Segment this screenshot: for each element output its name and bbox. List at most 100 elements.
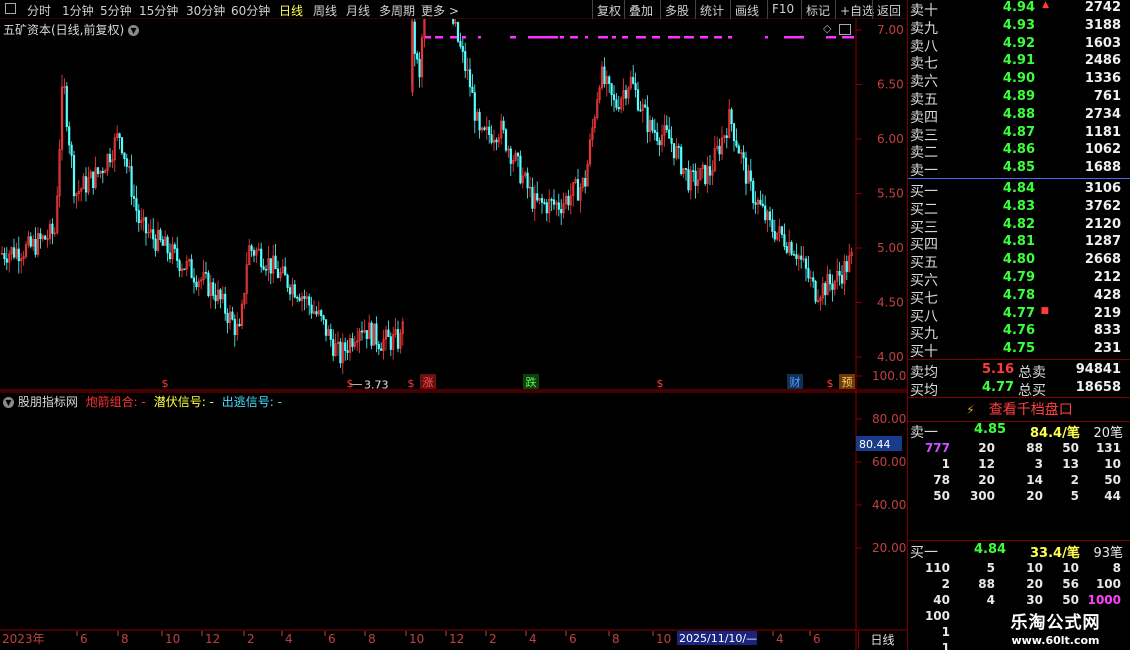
- candle-body: [509, 148, 512, 164]
- candle-body: [125, 158, 128, 167]
- candle-body: [735, 140, 738, 147]
- signal-band-mark: [570, 36, 578, 39]
- candle-body: [84, 176, 88, 193]
- candle-body: [831, 283, 834, 290]
- period-tab-1[interactable]: 1分钟: [62, 2, 94, 19]
- toolbar-button-4[interactable]: 画线: [735, 2, 759, 19]
- candle-body: [183, 268, 186, 271]
- period-tab-6[interactable]: 日线: [279, 2, 303, 19]
- toolbar-button-5[interactable]: F10: [772, 2, 794, 16]
- order-price: 4.83: [1002, 198, 1035, 214]
- candle-body: [389, 336, 392, 350]
- queue-cell: 50: [1062, 441, 1079, 455]
- period-tab-5[interactable]: 60分钟: [231, 2, 270, 19]
- order-row[interactable]: 卖七 4.91 2486: [908, 52, 1130, 72]
- signal-band-mark: [700, 36, 708, 39]
- order-row[interactable]: 买九 4.76 833: [908, 322, 1130, 342]
- order-row[interactable]: 卖八 4.92 1603: [908, 35, 1130, 55]
- candle-body: [519, 155, 522, 184]
- period-tab-8[interactable]: 月线: [346, 2, 370, 19]
- order-row[interactable]: 卖六 4.90 1336: [908, 70, 1130, 90]
- period-tab-9[interactable]: 多周期: [379, 2, 415, 19]
- toolbar-button-2[interactable]: 多股: [665, 2, 689, 19]
- up-arrow-icon: ▲: [1042, 0, 1049, 10]
- order-row[interactable]: 卖一 4.85 1688: [908, 159, 1130, 179]
- marker-dollar: $: [657, 377, 664, 390]
- order-row[interactable]: 卖九 4.93 3188: [908, 17, 1130, 37]
- menu-toggle-icon[interactable]: [5, 3, 16, 14]
- queue-row: 50 300 20 5 44: [908, 489, 1130, 505]
- signal-band-mark: [826, 36, 836, 39]
- order-row[interactable]: 买五 4.80 2668: [908, 251, 1130, 271]
- bid-ask-divider: [908, 178, 1130, 179]
- period-tab-10[interactable]: 更多 >: [421, 2, 459, 19]
- period-tab-7[interactable]: 周线: [313, 2, 337, 19]
- toolbar-button-3[interactable]: 统计: [700, 2, 724, 19]
- order-row[interactable]: 买六 4.79 212: [908, 269, 1130, 289]
- indicator-tick-label: 60.00: [872, 455, 906, 469]
- candle-body: [656, 132, 659, 141]
- order-row[interactable]: 买四 4.81 1287: [908, 233, 1130, 253]
- order-row[interactable]: 买八 4.77 219 ■: [908, 305, 1130, 325]
- queue-price: 4.85: [974, 422, 1007, 437]
- queue-cell: 20: [1026, 577, 1043, 591]
- toolbar-button-1[interactable]: 叠加: [629, 2, 653, 19]
- price-tick-label: 6.00: [877, 132, 904, 146]
- queue-cell: 131: [1095, 441, 1121, 455]
- signal-band-mark: [462, 36, 466, 39]
- qiandang-button[interactable]: ⚡ 查看千档盘口: [908, 399, 1130, 421]
- watermark-url: www.60lt.com: [1011, 634, 1100, 647]
- square-marker-icon: ■: [1040, 305, 1049, 316]
- candle-body: [754, 202, 757, 205]
- signal-band-mark: [510, 36, 516, 39]
- period-tab-3[interactable]: 15分钟: [139, 2, 178, 19]
- period-button[interactable]: 日线: [858, 631, 906, 649]
- candle-body: [260, 248, 263, 268]
- signal-band-mark: [668, 36, 680, 39]
- queue-cell: 50: [933, 489, 950, 503]
- avg-row: 买均 4.77 总买 18658: [908, 379, 1130, 399]
- period-tab-0[interactable]: 分时: [27, 2, 51, 19]
- order-volume: 1287: [1084, 234, 1121, 250]
- order-row[interactable]: 买十 4.75 231: [908, 340, 1130, 360]
- order-row[interactable]: 卖四 4.88 2734: [908, 106, 1130, 126]
- candle-body: [687, 168, 690, 191]
- signal-band-mark: [622, 36, 628, 39]
- order-row[interactable]: 买七 4.78 428: [908, 287, 1130, 307]
- candle-body: [293, 284, 296, 298]
- toolbar-separator: [767, 0, 768, 19]
- queue-cell: 777: [924, 441, 950, 455]
- toolbar-button-0[interactable]: 复权: [597, 2, 621, 19]
- queue-cell: 3: [1034, 457, 1043, 471]
- period-tab-4[interactable]: 30分钟: [186, 2, 225, 19]
- candle-body: [526, 172, 529, 189]
- order-volume: 1062: [1084, 142, 1121, 158]
- indicator-tick-label: 100.0: [872, 369, 906, 383]
- queue-row: 78 20 14 2 50: [908, 473, 1130, 489]
- order-row[interactable]: 买三 4.82 2120: [908, 216, 1130, 236]
- toolbar-button-7[interactable]: +自选: [840, 2, 874, 19]
- kline-chart[interactable]: 9.509.008.508.007.507.006.506.005.505.00…: [0, 19, 907, 650]
- candle-body: [768, 211, 772, 221]
- period-tab-2[interactable]: 5分钟: [100, 2, 132, 19]
- toolbar-button-8[interactable]: 返回: [877, 2, 901, 19]
- order-row[interactable]: 买一 4.84 3106: [908, 180, 1130, 200]
- order-row[interactable]: 卖十 4.94 2742 ▲: [908, 0, 1130, 19]
- candle-body: [615, 99, 618, 108]
- timeline-label: 10: [409, 632, 424, 646]
- order-row[interactable]: 卖二 4.86 1062: [908, 141, 1130, 161]
- candle-body: [464, 51, 467, 71]
- candle-body: [276, 268, 280, 278]
- order-row[interactable]: 卖五 4.89 761: [908, 88, 1130, 108]
- order-row[interactable]: 卖三 4.87 1181: [908, 124, 1130, 144]
- toolbar-button-6[interactable]: 标记: [806, 2, 830, 19]
- timeline-label: 6: [813, 632, 821, 646]
- candle-body: [557, 202, 560, 210]
- order-volume: 1181: [1084, 124, 1121, 140]
- queue-cell: 13: [1062, 457, 1079, 471]
- price-tick-label: 5.00: [877, 241, 904, 255]
- candle-body: [413, 21, 416, 54]
- order-price: 4.80: [1002, 252, 1035, 268]
- signal-band-mark: [450, 36, 457, 39]
- order-row[interactable]: 买二 4.83 3762: [908, 198, 1130, 218]
